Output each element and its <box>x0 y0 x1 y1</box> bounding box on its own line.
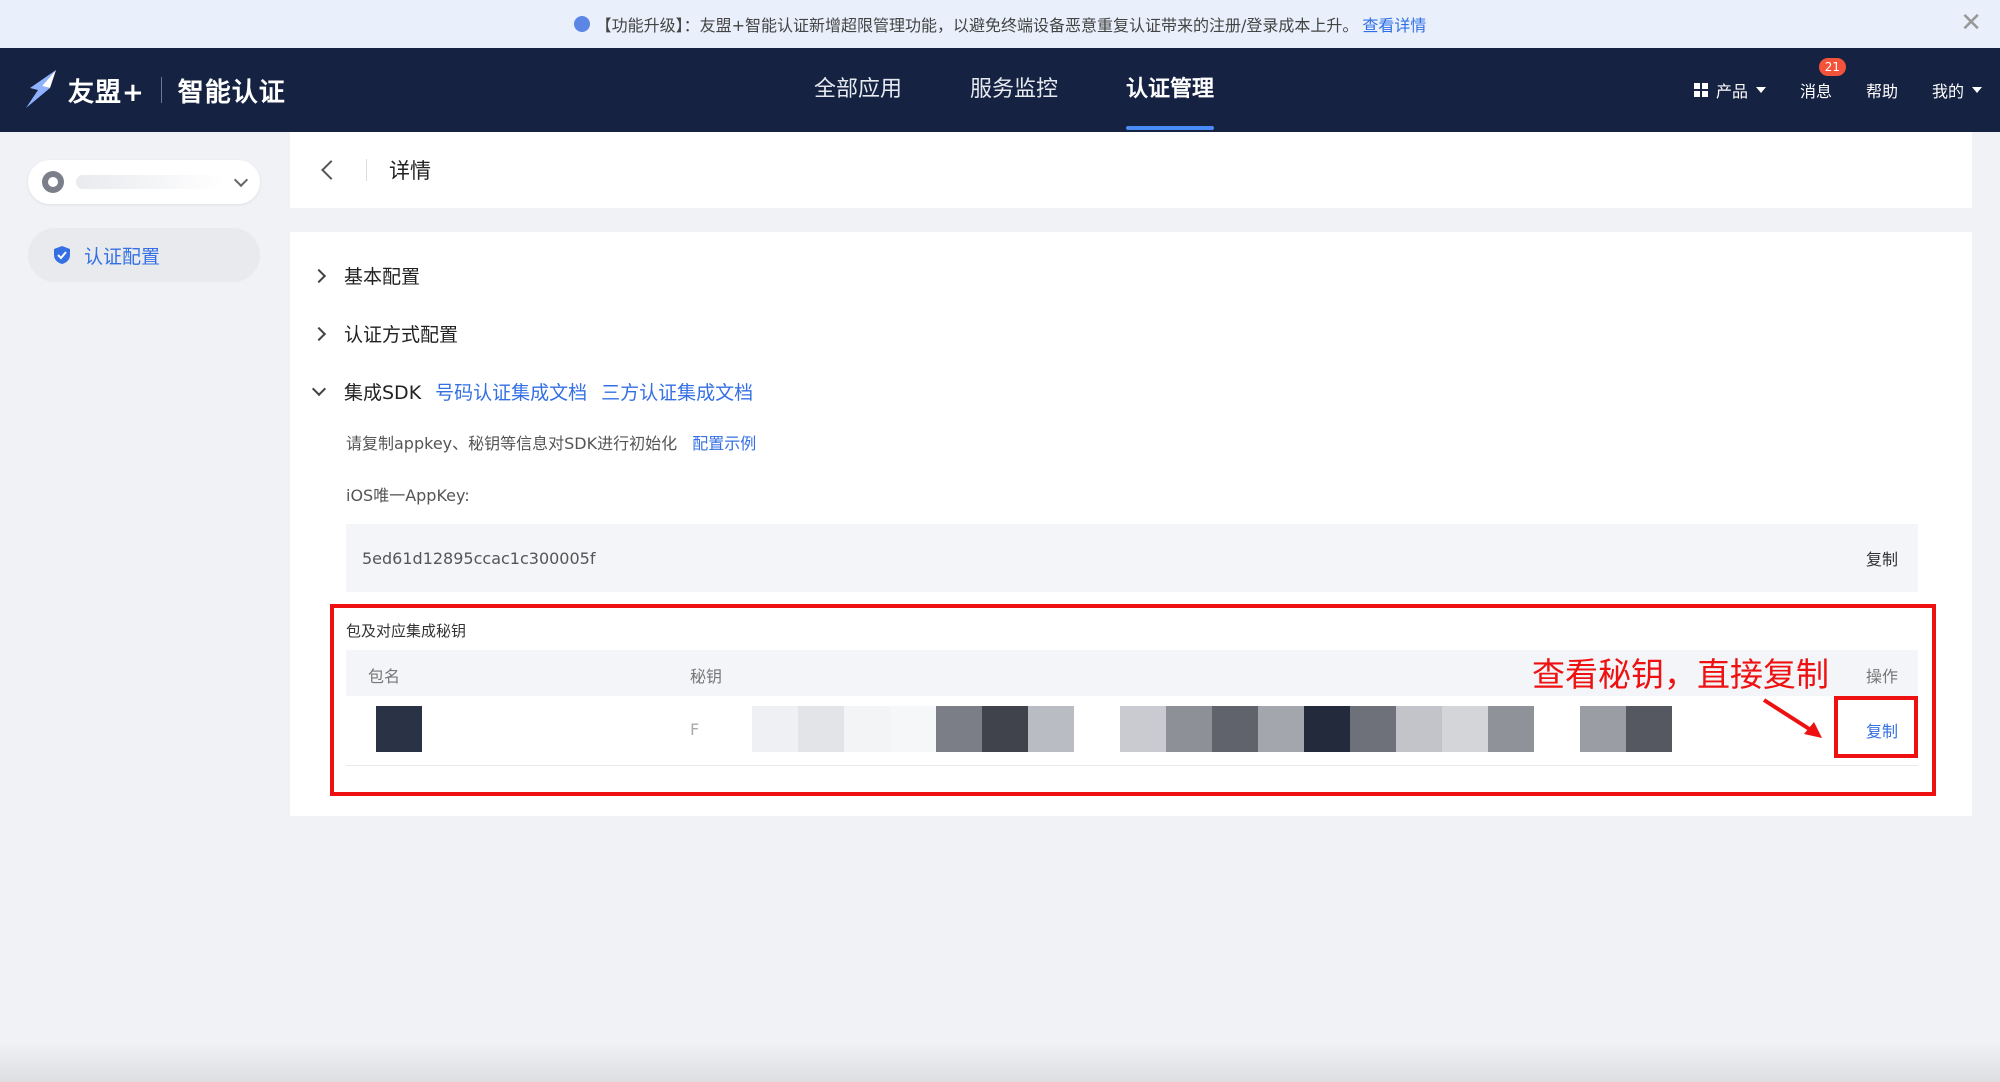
sidebar-item-label: 认证配置 <box>84 245 161 268</box>
ios-app-icon <box>42 171 64 193</box>
section-auth-method-config[interactable]: 认证方式配置 <box>311 320 459 347</box>
appkey-label: iOS唯一AppKey: <box>346 486 470 505</box>
product-label: 产品 <box>1715 82 1748 101</box>
main-nav: 全部应用 服务监控 认证管理 <box>780 48 1248 132</box>
number-auth-doc-link[interactable]: 号码认证集成文档 <box>435 378 587 405</box>
chevron-down-icon[interactable] <box>311 381 327 396</box>
annotation-arrow-icon <box>1762 698 1822 738</box>
umeng-logo-icon <box>26 70 56 108</box>
header-divider <box>366 159 367 181</box>
message-count-badge: 21 <box>1818 58 1846 76</box>
info-icon <box>573 16 590 32</box>
help-link[interactable]: 帮助 <box>1866 78 1898 102</box>
brand[interactable]: 友盟+ 智能认证 <box>22 66 286 114</box>
section-basic-config[interactable]: 基本配置 <box>311 262 421 289</box>
top-navigation-bar: 友盟+ 智能认证 全部应用 服务监控 认证管理 产品 消息 21 帮助 我的 <box>0 48 2000 132</box>
hint-text: 请复制appkey、秘钥等信息对SDK进行初始化 <box>346 434 678 453</box>
section-label: 基本配置 <box>344 266 421 288</box>
third-party-auth-doc-link[interactable]: 三方认证集成文档 <box>601 378 753 405</box>
help-label: 帮助 <box>1865 82 1898 101</box>
brand-divider <box>160 77 162 103</box>
nav-all-apps[interactable]: 全部应用 <box>814 48 902 132</box>
sdk-init-hint: 请复制appkey、秘钥等信息对SDK进行初始化 配置示例 <box>346 430 756 454</box>
page-title: 详情 <box>389 159 431 183</box>
notice-text: 友盟+智能认证新增超限管理功能，以避免终端设备恶意重复认证带来的注册/登录成本上… <box>699 16 1359 35</box>
notice-detail-link[interactable]: 查看详情 <box>1362 12 1426 36</box>
account-label: 我的 <box>1931 82 1964 101</box>
config-example-link[interactable]: 配置示例 <box>692 434 756 453</box>
section-label: 集成SDK <box>344 382 422 404</box>
bottom-shadow <box>0 1042 2000 1082</box>
nav-auth-management[interactable]: 认证管理 <box>1126 48 1215 132</box>
product-name: 智能认证 <box>177 77 286 108</box>
copy-appkey-button[interactable]: 复制 <box>1866 546 1898 570</box>
messages-label: 消息 <box>1799 82 1832 101</box>
chevron-right-icon <box>311 268 327 283</box>
right-nav: 产品 消息 21 帮助 我的 <box>1660 48 1982 132</box>
section-label: 认证方式配置 <box>344 324 459 346</box>
notice-prefix: 【功能升级】： <box>595 16 700 35</box>
nav-service-monitor[interactable]: 服务监控 <box>970 48 1058 132</box>
product-menu[interactable]: 产品 <box>1693 78 1766 102</box>
sidebar-item-auth-config[interactable]: 认证配置 <box>28 228 260 282</box>
app-selector[interactable] <box>28 160 260 204</box>
shield-icon <box>54 246 70 264</box>
brand-name: 友盟+ <box>68 77 145 108</box>
back-icon[interactable] <box>321 160 341 180</box>
highlight-copy-box <box>1834 696 1918 758</box>
messages-link[interactable]: 消息 21 <box>1799 58 1846 102</box>
upgrade-notice-bar: 【功能升级】： 友盟+智能认证新增超限管理功能，以避免终端设备恶意重复认证带来的… <box>0 0 2000 48</box>
caret-down-icon <box>1972 87 1982 93</box>
account-menu[interactable]: 我的 <box>1932 78 1982 102</box>
annotation-text: 查看秘钥，直接复制 <box>1532 655 1829 694</box>
close-icon[interactable]: ✕ <box>1960 10 1982 36</box>
page-header: 详情 <box>290 132 1972 208</box>
chevron-right-icon <box>311 326 327 341</box>
chevron-down-icon <box>233 172 249 187</box>
grid-icon <box>1693 83 1708 97</box>
blurred-app-name <box>76 175 224 189</box>
appkey-value: 5ed61d12895ccac1c300005f <box>362 548 596 568</box>
highlight-box <box>330 604 1936 796</box>
section-integrate-sdk: 集成SDK 号码认证集成文档 三方认证集成文档 <box>311 378 753 405</box>
caret-down-icon <box>1755 87 1766 93</box>
appkey-field: 5ed61d12895ccac1c300005f 复制 <box>346 524 1918 592</box>
